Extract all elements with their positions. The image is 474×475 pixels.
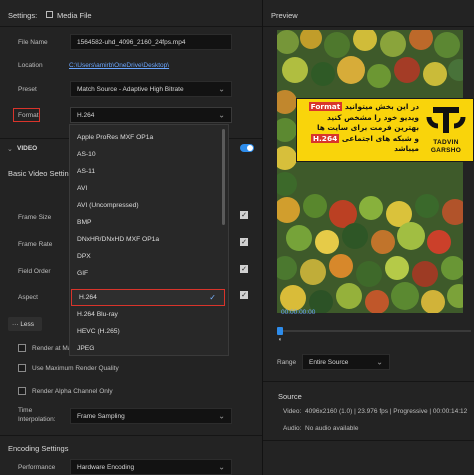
chevron-down-icon[interactable]: ⌄ — [7, 145, 13, 153]
format-option-label: H.264 — [79, 294, 97, 301]
field-order-label: Field Order — [18, 268, 51, 275]
performance-label: Performance — [18, 464, 56, 471]
brand-logo-text1: TADVIN — [433, 139, 459, 146]
max-render-quality-label: Use Maximum Render Quality — [32, 365, 119, 372]
format-label: Format — [18, 112, 39, 119]
chevron-down-icon: ⌄ — [376, 357, 383, 367]
dropdown-scrollbar[interactable] — [222, 129, 225, 225]
format-option[interactable]: Apple ProRes MXF OP1a — [70, 129, 220, 146]
format-value: H.264 — [77, 111, 95, 119]
audio-info-value: No audio available — [305, 425, 359, 432]
preset-label: Preset — [18, 86, 37, 93]
render-alpha-label: Render Alpha Channel Only — [32, 388, 113, 395]
brand-logo-text2: GARSHO — [430, 147, 462, 154]
divider — [263, 381, 474, 382]
aspect-match-checkbox[interactable]: ✓ — [240, 291, 248, 299]
format-dropdown-menu[interactable]: Apple ProRes MXF OP1a AS-10 AS-11 AVI AV… — [69, 124, 229, 356]
banner-text: در این بخش میتوانید Format ویدیو خود را … — [303, 102, 419, 155]
encoding-settings-title: Encoding Settings — [8, 444, 69, 453]
max-render-quality-checkbox[interactable] — [18, 364, 26, 372]
frame-rate-label: Frame Rate — [18, 241, 53, 248]
less-button[interactable]: ··· Less — [8, 317, 42, 331]
divider — [0, 435, 262, 436]
location-link[interactable]: C:\Users\amirb\OneDrive\Desktop\ — [69, 62, 169, 69]
playhead-handle[interactable] — [277, 327, 283, 335]
performance-value: Hardware Encoding — [77, 463, 135, 471]
source-title: Source — [278, 392, 302, 401]
video-info-label: Video: — [283, 408, 302, 415]
preview-title: Preview — [271, 11, 298, 20]
in-point-icon[interactable]: ◖ — [278, 337, 282, 343]
file-name-label: File Name — [18, 39, 48, 46]
format-option[interactable]: DPX — [70, 248, 220, 265]
format-option[interactable]: AS-11 — [70, 163, 220, 180]
file-name-input[interactable]: 1564582-uhd_4096_2160_24fps.mp4 — [70, 34, 232, 50]
format-option[interactable]: HEVC (H.265) — [70, 323, 220, 340]
annotation-banner: در این بخش میتوانید Format ویدیو خود را … — [296, 98, 474, 162]
video-section-title: VIDEO — [17, 145, 38, 152]
divider — [0, 26, 262, 27]
time-interpolation-label-line2: Interpolation: — [18, 416, 56, 423]
range-select[interactable]: Entire Source ⌄ — [302, 354, 390, 370]
frame-size-label: Frame Size — [18, 214, 52, 221]
timeline-track[interactable] — [281, 330, 471, 332]
basic-video-settings-title: Basic Video Settings — [8, 169, 77, 178]
chevron-down-icon: ⌄ — [218, 84, 225, 94]
location-label: Location — [18, 62, 43, 69]
more-dots-icon: ··· — [12, 320, 21, 328]
format-select[interactable]: H.264 ⌄ — [70, 107, 232, 123]
time-interpolation-select[interactable]: Frame Sampling ⌄ — [70, 408, 232, 424]
frame-size-match-checkbox[interactable]: ✓ — [240, 211, 248, 219]
chevron-down-icon: ⌄ — [218, 411, 225, 421]
media-file-label: Media File — [57, 11, 92, 20]
preset-select[interactable]: Match Source - Adaptive High Bitrate ⌄ — [70, 81, 232, 97]
render-at-max-checkbox[interactable] — [18, 344, 26, 352]
divider — [263, 26, 474, 27]
media-file-checkbox[interactable] — [46, 11, 53, 18]
field-order-match-checkbox[interactable]: ✓ — [240, 265, 248, 273]
banner-highlight-format: Format — [308, 102, 343, 111]
format-option[interactable]: BMP — [70, 214, 220, 231]
checkmark-icon: ✓ — [209, 293, 216, 302]
render-alpha-checkbox[interactable] — [18, 387, 26, 395]
chevron-down-icon: ⌄ — [218, 110, 225, 120]
format-option[interactable]: AVI (Uncompressed) — [70, 197, 220, 214]
aspect-label: Aspect — [18, 294, 38, 301]
preview-video-frame — [277, 30, 463, 313]
chevron-down-icon: ⌄ — [218, 462, 225, 472]
format-option[interactable]: H.264 Blu-ray — [70, 306, 220, 323]
range-label: Range — [277, 359, 297, 366]
video-toggle[interactable] — [240, 144, 254, 152]
banner-line5: میباشد — [394, 144, 419, 153]
brand-logo: TADVIN GARSHO — [423, 103, 469, 159]
time-interpolation-label-line1: Time — [18, 407, 33, 414]
audio-info-label: Audio: — [283, 425, 302, 432]
banner-line1: در این بخش میتوانید — [344, 102, 419, 111]
format-option-selected[interactable]: H.264 ✓ — [71, 289, 225, 306]
time-interpolation-value: Frame Sampling — [77, 412, 125, 420]
banner-line2: ویدیو خود را مشخص کنید — [327, 112, 419, 122]
divider — [263, 440, 474, 441]
range-value: Entire Source — [309, 358, 349, 366]
frame-rate-match-checkbox[interactable]: ✓ — [240, 238, 248, 246]
banner-line3: بهترین فرمت برای سایت ها — [316, 123, 419, 132]
preset-value: Match Source - Adaptive High Bitrate — [77, 85, 184, 93]
timecode[interactable]: 00:00:00:00 — [281, 309, 315, 316]
performance-select[interactable]: Hardware Encoding ⌄ — [70, 459, 232, 475]
banner-line4: و شبکه های اجتماعی — [341, 133, 419, 143]
time-interpolation-label: Time Interpolation: — [18, 406, 56, 424]
format-option[interactable]: GIF — [70, 265, 220, 282]
format-option[interactable]: DNxHR/DNxHD MXF OP1a — [70, 231, 220, 248]
less-button-label: Less — [20, 320, 35, 328]
format-option[interactable]: JPEG — [70, 340, 220, 355]
settings-label: Settings: — [8, 11, 38, 20]
format-option[interactable]: AVI — [70, 180, 220, 197]
forest-aerial-image — [277, 30, 463, 313]
format-option[interactable]: AS-10 — [70, 146, 220, 163]
banner-highlight-h264: H.264 — [310, 133, 340, 143]
video-info-value: 4096x2160 (1.0) | 23.976 fps | Progressi… — [305, 408, 468, 415]
brand-logo-icon — [426, 107, 466, 133]
